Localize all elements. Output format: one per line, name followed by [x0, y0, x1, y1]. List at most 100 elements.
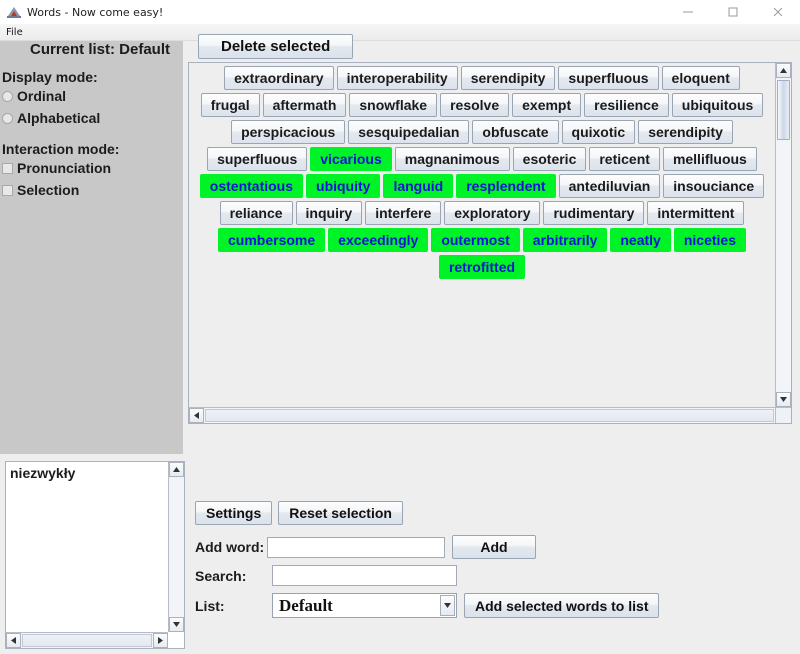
textarea-horizontal-scrollbar[interactable]	[6, 632, 168, 648]
scrollbar-corner	[775, 407, 791, 423]
minimize-icon[interactable]	[665, 0, 710, 24]
list-row: List: Default Add selected words to list	[195, 593, 660, 618]
checkbox-selection[interactable]: Selection	[0, 179, 183, 201]
list-label: List:	[195, 597, 225, 614]
checkbox-pronunciation-label: Pronunciation	[17, 160, 112, 176]
word-button[interactable]: exempt	[512, 93, 582, 117]
word-button[interactable]: perspicacious	[231, 120, 346, 144]
word-button[interactable]: snowflake	[349, 93, 438, 117]
scroll-down-icon[interactable]	[776, 392, 791, 407]
delete-selected-button[interactable]: Delete selected	[198, 34, 354, 59]
word-detail-textarea-container: niezwykły	[5, 461, 185, 649]
word-button[interactable]: rudimentary	[543, 201, 645, 225]
radio-ordinal[interactable]: Ordinal	[0, 85, 183, 107]
horizontal-scroll-track[interactable]	[205, 409, 774, 422]
word-button[interactable]: ubiquitous	[671, 93, 764, 117]
word-panel: extraordinary interoperability serendipity…	[189, 63, 775, 407]
radio-alphabetical[interactable]: Alphabetical	[0, 107, 183, 129]
maximize-icon[interactable]	[710, 0, 755, 24]
checkbox-pronunciation[interactable]: Pronunciation	[0, 157, 183, 179]
word-button[interactable]: resilience	[584, 93, 669, 117]
word-button[interactable]: mellifluous	[662, 147, 757, 171]
menu-item-file[interactable]: File	[0, 27, 29, 38]
word-button[interactable]: serendipity	[460, 66, 556, 90]
word-button[interactable]: insouciance	[663, 174, 765, 198]
scroll-left-icon[interactable]	[6, 633, 21, 648]
word-button[interactable]: outermost	[431, 228, 520, 252]
scroll-left-icon[interactable]	[189, 408, 204, 423]
word-button[interactable]: exceedingly	[328, 228, 429, 252]
word-button[interactable]: retrofitted	[438, 255, 526, 279]
word-button[interactable]: eloquent	[661, 66, 740, 90]
word-row: reliance inquiry interfere exploratory rudim…	[189, 201, 775, 225]
list-dropdown[interactable]: Default	[272, 593, 457, 618]
scroll-right-icon[interactable]	[153, 633, 168, 648]
word-button[interactable]: languid	[383, 174, 454, 198]
word-button[interactable]: superfluous	[207, 147, 308, 171]
search-input[interactable]	[272, 565, 457, 586]
word-button[interactable]: superfluous	[558, 66, 659, 90]
word-button[interactable]: quixotic	[561, 120, 636, 144]
word-button[interactable]: resolve	[440, 93, 510, 117]
word-row: cumbersome exceedingly outermost arbitraril…	[189, 228, 775, 252]
close-icon[interactable]	[755, 0, 800, 24]
chevron-down-icon[interactable]	[440, 595, 455, 616]
word-panel-vertical-scrollbar[interactable]	[775, 63, 791, 407]
word-button[interactable]: esoteric	[512, 147, 587, 171]
word-button[interactable]: cumbersome	[218, 228, 326, 252]
word-button[interactable]: antediluvian	[558, 174, 661, 198]
word-button[interactable]: serendipity	[638, 120, 733, 144]
vertical-scroll-thumb[interactable]	[777, 80, 790, 140]
reset-selection-button[interactable]: Reset selection	[278, 501, 403, 525]
word-button[interactable]: ubiquity	[306, 174, 381, 198]
word-button[interactable]: reliance	[219, 201, 293, 225]
settings-button[interactable]: Settings	[195, 501, 273, 525]
word-button[interactable]: extraordinary	[224, 66, 334, 90]
scroll-up-icon[interactable]	[169, 462, 184, 477]
word-button[interactable]: arbitrarily	[522, 228, 608, 252]
word-button[interactable]: neatly	[610, 228, 671, 252]
word-button[interactable]: aftermath	[262, 93, 347, 117]
word-row: retrofitted	[189, 255, 775, 279]
word-button[interactable]: resplendent	[456, 174, 556, 198]
word-row: perspicacious sesquipedalian obfuscate quix…	[189, 120, 775, 144]
word-button[interactable]: reticent	[589, 147, 660, 171]
word-button[interactable]: intermittent	[647, 201, 745, 225]
word-button[interactable]: magnanimous	[394, 147, 510, 171]
add-word-input[interactable]	[267, 536, 445, 558]
word-button[interactable]: vicarious	[310, 147, 392, 171]
word-button[interactable]: obfuscate	[472, 120, 559, 144]
add-selected-words-button[interactable]: Add selected words to list	[464, 593, 660, 618]
add-button[interactable]: Add	[452, 535, 536, 559]
add-word-label: Add word:	[195, 539, 265, 555]
horizontal-scroll-track[interactable]	[22, 634, 152, 647]
word-button[interactable]: ostentatious	[199, 174, 304, 198]
word-button[interactable]: interoperability	[336, 66, 458, 90]
app-icon	[6, 4, 22, 20]
title-bar: Words - Now come easy!	[0, 0, 800, 25]
word-panel-scroll-container: extraordinary interoperability serendipity…	[188, 62, 792, 424]
word-button[interactable]: inquiry	[295, 201, 363, 225]
list-dropdown-value: Default	[279, 595, 333, 615]
display-mode-heading: Display mode:	[2, 69, 98, 85]
textarea-vertical-scrollbar[interactable]	[168, 462, 184, 632]
window-title: Words - Now come easy!	[27, 5, 164, 19]
word-panel-horizontal-scrollbar[interactable]	[189, 407, 775, 423]
word-detail-textarea[interactable]: niezwykły	[6, 462, 167, 632]
word-button[interactable]: frugal	[200, 93, 260, 117]
word-button[interactable]: sesquipedalian	[348, 120, 470, 144]
word-row: ostentatious ubiquity languid resplendent an…	[189, 174, 775, 198]
window-controls	[665, 0, 800, 24]
interaction-mode-heading: Interaction mode:	[2, 141, 120, 157]
radio-alphabetical-label: Alphabetical	[17, 110, 101, 126]
word-button[interactable]: interfere	[365, 201, 442, 225]
word-button[interactable]: niceties	[673, 228, 746, 252]
checkbox-icon	[2, 184, 13, 196]
radio-icon	[2, 112, 13, 124]
scroll-up-icon[interactable]	[776, 63, 791, 78]
word-button[interactable]: exploratory	[444, 201, 541, 225]
current-list-label: Current list: Default	[30, 41, 171, 58]
scroll-down-icon[interactable]	[169, 617, 184, 632]
word-row: extraordinary interoperability serendipity…	[189, 66, 775, 90]
bottom-form-panel: Settings Reset selection Add word: Add S…	[188, 455, 800, 654]
